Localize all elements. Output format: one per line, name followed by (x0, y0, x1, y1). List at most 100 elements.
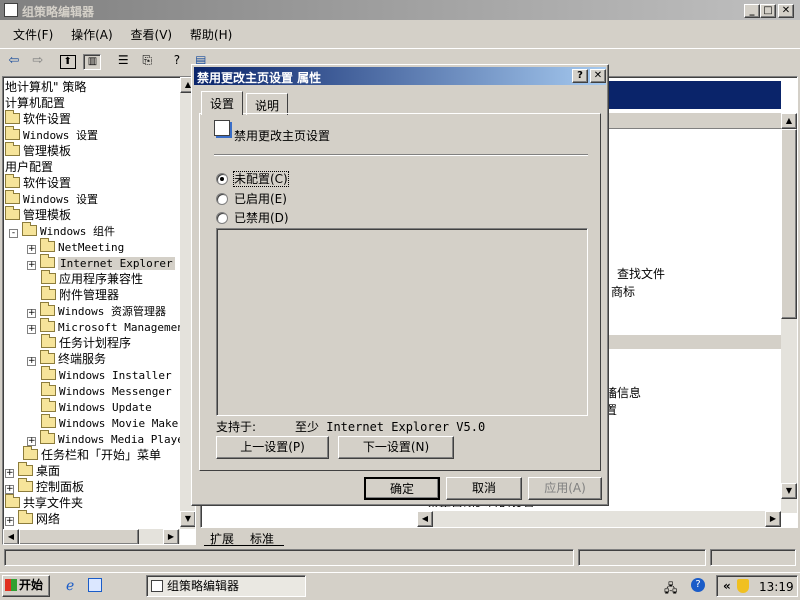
back-arrow-icon[interactable]: ⇦ (4, 51, 24, 71)
expand-icon[interactable]: + (27, 325, 36, 334)
radio-not-configured-dot[interactable] (216, 173, 228, 185)
details-vscroll-thumb[interactable] (781, 129, 797, 319)
tree-item[interactable]: - Windows 组件 (5, 222, 181, 239)
menu-action[interactable]: 操作(A) (64, 24, 120, 45)
next-setting-button[interactable]: 下一设置(N) (338, 436, 454, 459)
network-tray-icon[interactable]: 🖧 (664, 579, 677, 600)
scroll-down-arrow-icon[interactable]: ▼ (180, 511, 195, 527)
tab-explain[interactable]: 说明 (246, 93, 289, 115)
list-fragment-trademark: 商标 (611, 285, 636, 299)
radio-enabled-dot[interactable] (216, 193, 228, 205)
help-icon[interactable]: ? (167, 50, 187, 70)
details-scroll-right-icon[interactable]: ▶ (765, 511, 781, 527)
folder-icon (40, 430, 55, 444)
expand-icon[interactable]: + (5, 517, 14, 526)
tree-item[interactable]: 任务栏和「开始」菜单 (5, 446, 181, 463)
minimize-button[interactable]: _ (744, 4, 760, 18)
folder-icon (40, 302, 55, 316)
details-scroll-up-icon[interactable]: ▲ (781, 113, 797, 129)
tree-item[interactable]: + 终端服务 (5, 350, 181, 367)
apply-button[interactable]: 应用(A) (528, 477, 602, 500)
tree-item[interactable]: 应用程序兼容性 (5, 270, 181, 287)
expand-icon[interactable]: + (27, 437, 36, 446)
taskbar-gpedit-button[interactable]: 组策略编辑器 (146, 575, 306, 597)
tree-item[interactable]: + NetMeeting (5, 238, 181, 255)
scroll-right-arrow-icon[interactable]: ▶ (163, 529, 179, 544)
tree-item[interactable]: 任务计划程序 (5, 334, 181, 351)
tree-item[interactable]: + 控制面板 (5, 478, 181, 495)
menu-file[interactable]: 文件(F) (6, 24, 60, 45)
expand-icon[interactable]: + (5, 485, 14, 494)
tree-item[interactable]: Windows 设置 (5, 126, 181, 143)
expand-icon[interactable]: + (27, 357, 36, 366)
menu-view[interactable]: 查看(V) (124, 24, 180, 45)
tree-item-label: 用户配置 (5, 160, 54, 174)
tree-item[interactable]: + Windows 资源管理器 (5, 302, 181, 319)
expand-icon[interactable]: + (27, 261, 36, 270)
dialog-titlebar[interactable]: 禁用更改主页设置 属性 ? ✕ (194, 67, 606, 85)
expand-icon[interactable]: + (27, 309, 36, 318)
tree-item[interactable]: + Windows Media Player (5, 430, 181, 447)
previous-setting-button[interactable]: 上一设置(P) (216, 436, 329, 459)
expand-icon[interactable]: + (27, 245, 36, 254)
quicklaunch-explorer-icon[interactable] (88, 578, 102, 592)
maximize-button[interactable]: □ (760, 4, 776, 18)
forward-arrow-icon[interactable]: ⇨ (28, 51, 48, 71)
tree-item[interactable]: + 桌面 (5, 462, 181, 479)
folder-icon (41, 382, 56, 396)
tree-item[interactable]: 地计算机" 策略 (5, 79, 181, 95)
tree-item[interactable]: 软件设置 (5, 110, 181, 127)
tab-settings[interactable]: 设置 (201, 91, 244, 115)
tree-pane[interactable]: 地计算机" 策略 计算机配置 软件设置 Windows 设置 管理模板 用户配置 软件设置 W… (2, 76, 196, 545)
radio-enabled-label: 已启用(E) (234, 192, 287, 206)
radio-disabled-dot[interactable] (216, 212, 228, 224)
details-hscrollbar[interactable]: ◀ ▶ (417, 511, 781, 527)
collapse-icon[interactable]: - (9, 229, 18, 238)
tree-item[interactable]: + Internet Explorer (5, 254, 181, 271)
scroll-left-arrow-icon[interactable]: ◀ (3, 529, 19, 544)
close-button[interactable]: ✕ (778, 4, 794, 18)
details-vscrollbar[interactable]: ▲ ▼ (781, 113, 797, 513)
dialog-help-button[interactable]: ? (572, 69, 588, 83)
tree-item[interactable]: + 网络 (5, 510, 181, 527)
quicklaunch-ie-icon[interactable]: ℯ (66, 578, 74, 594)
dialog-close-button[interactable]: ✕ (590, 69, 606, 83)
properties-icon[interactable]: ☰ (113, 50, 133, 70)
details-scroll-down-icon[interactable]: ▼ (781, 483, 797, 499)
tree-item[interactable]: Windows Installer (5, 366, 181, 383)
tree-hscrollbar[interactable]: ◀ ▶ (3, 529, 180, 544)
tree-item-label: Windows Update (59, 401, 152, 414)
details-scroll-left-icon[interactable]: ◀ (417, 511, 433, 527)
tree-item[interactable]: 管理模板 (5, 206, 181, 223)
radio-not-configured[interactable]: 未配置(C) (216, 170, 289, 187)
main-window-titlebar[interactable]: 组策略编辑器 _ □ ✕ (0, 0, 800, 20)
menu-help[interactable]: 帮助(H) (183, 24, 239, 45)
tree-item-label: Windows 资源管理器 (58, 305, 166, 318)
export-list-icon[interactable]: ⎘ (137, 51, 157, 71)
tree-item[interactable]: 附件管理器 (5, 286, 181, 303)
tree-item[interactable]: 计算机配置 (5, 95, 181, 111)
tree-item[interactable]: Windows Update (5, 398, 181, 415)
tray-expand-chevron-icon[interactable]: « (723, 579, 731, 593)
radio-disabled[interactable]: 已禁用(D) (216, 209, 289, 226)
radio-enabled[interactable]: 已启用(E) (216, 190, 287, 207)
expand-icon[interactable]: + (5, 469, 14, 478)
show-tree-icon[interactable]: ▥ (83, 53, 102, 70)
tree-item[interactable]: Windows 设置 (5, 190, 181, 207)
tree-item[interactable]: + Microsoft Management (5, 318, 181, 335)
cancel-button[interactable]: 取消 (446, 477, 522, 500)
hscroll-thumb[interactable] (19, 529, 139, 544)
start-button[interactable]: 开始 (2, 575, 50, 597)
help-tray-icon[interactable]: ? (691, 578, 705, 592)
tree-item[interactable]: Windows Movie Maker (5, 414, 181, 431)
tree-item[interactable]: 软件设置 (5, 174, 181, 191)
ok-button[interactable]: 确定 (364, 477, 440, 500)
up-folder-icon[interactable]: ⬆ (59, 54, 76, 69)
security-shield-icon[interactable] (737, 579, 749, 593)
tree-item[interactable]: 共享文件夹 (5, 494, 181, 511)
tree-item-label: Windows Movie Maker (59, 417, 181, 430)
tree-item[interactable]: 管理模板 (5, 142, 181, 159)
tree-item[interactable]: Windows Messenger (5, 382, 181, 399)
settings-panel (216, 228, 588, 416)
tree-item[interactable]: 用户配置 (5, 159, 181, 175)
